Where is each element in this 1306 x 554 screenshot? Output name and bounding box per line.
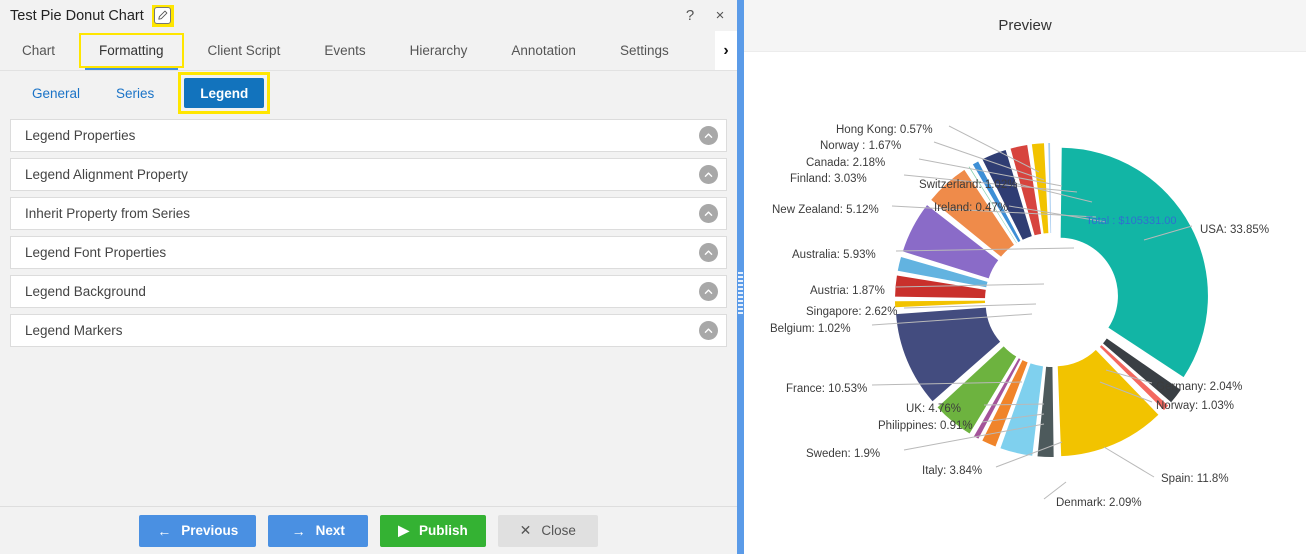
pane-splitter[interactable] bbox=[737, 0, 744, 554]
tab-label: Formatting bbox=[99, 43, 164, 58]
slice-label: Switzerland: 1.02% bbox=[919, 179, 1018, 191]
slice-label: Ireland: 0.47% bbox=[934, 202, 1009, 214]
tab-label: Hierarchy bbox=[409, 43, 468, 58]
tab-client-script[interactable]: Client Script bbox=[186, 31, 303, 70]
slice-label: Austria: 1.87% bbox=[810, 285, 885, 297]
accordion-row[interactable]: Legend Markers bbox=[10, 314, 727, 347]
slice-label: Germany: 2.04% bbox=[1156, 381, 1243, 393]
chart-designer-window: Test Pie Donut Chart ? × Chart Formatting… bbox=[0, 0, 1306, 554]
slice-label: Sweden: 1.9% bbox=[806, 448, 881, 460]
tab-events[interactable]: Events bbox=[302, 31, 387, 70]
tab-settings[interactable]: Settings bbox=[598, 31, 691, 70]
slice-label: Singapore: 2.62% bbox=[806, 306, 898, 318]
chevron-up-icon[interactable] bbox=[699, 165, 718, 184]
chevron-up-icon[interactable] bbox=[699, 282, 718, 301]
slice-label: Italy: 3.84% bbox=[922, 465, 983, 477]
edit-title-button-highlight bbox=[151, 4, 174, 27]
title-bar: Test Pie Donut Chart ? × bbox=[0, 0, 737, 31]
legend-settings-list: Legend Properties Legend Alignment Proper… bbox=[0, 115, 737, 506]
arrow-left-icon: ← bbox=[157, 522, 172, 539]
chevron-up-icon[interactable] bbox=[699, 321, 718, 340]
slice-label: Philippines: 0.91% bbox=[878, 420, 973, 432]
tab-label: Events bbox=[324, 43, 366, 58]
accordion-row[interactable]: Legend Font Properties bbox=[10, 236, 727, 269]
slice-label: USA: 33.85% bbox=[1200, 224, 1270, 236]
slice-label: Spain: 11.8% bbox=[1161, 473, 1229, 485]
accordion-label: Legend Background bbox=[25, 284, 146, 299]
slice-label: Australia: 5.93% bbox=[792, 249, 876, 261]
preview-pane: Preview Hong Kong: 0.57% Norway : 1.67% Ca… bbox=[744, 0, 1306, 554]
slice-label: Norway : 1.67% bbox=[820, 140, 902, 152]
accordion-row[interactable]: Legend Alignment Property bbox=[10, 158, 727, 191]
main-tab-bar: Chart Formatting Client Script Events Hierar… bbox=[0, 31, 737, 71]
tabs-next-arrow[interactable]: › bbox=[715, 31, 737, 70]
leader-line bbox=[1103, 446, 1155, 478]
tab-formatting[interactable]: Formatting bbox=[77, 31, 186, 70]
subtab-series[interactable]: Series bbox=[98, 80, 172, 107]
page-title: Test Pie Donut Chart bbox=[10, 7, 144, 24]
help-icon[interactable]: ? bbox=[681, 6, 699, 24]
tab-chart[interactable]: Chart bbox=[0, 31, 77, 70]
chevron-up-icon[interactable] bbox=[699, 243, 718, 262]
splitter-grip-icon[interactable] bbox=[738, 272, 743, 314]
slice-label: Norway: 1.03% bbox=[1156, 400, 1234, 412]
subtab-label: Legend bbox=[200, 85, 249, 101]
publish-button[interactable]: ▶ Publish bbox=[380, 514, 486, 547]
tab-annotation[interactable]: Annotation bbox=[489, 31, 598, 70]
close-button-label: Close bbox=[541, 523, 576, 538]
slice-label: Canada: 2.18% bbox=[806, 157, 886, 169]
settings-pane: Test Pie Donut Chart ? × Chart Formatting… bbox=[0, 0, 737, 554]
subtab-label: General bbox=[32, 85, 81, 101]
slice-label: Hong Kong: 0.57% bbox=[836, 124, 933, 136]
close-button[interactable]: ✕ Close bbox=[497, 514, 598, 547]
accordion-row[interactable]: Legend Properties bbox=[10, 119, 727, 152]
previous-button-label: Previous bbox=[181, 523, 239, 538]
accordion-label: Legend Properties bbox=[25, 128, 136, 143]
chart-total-label: Total : $105331.00 bbox=[1086, 215, 1177, 227]
accordion-row[interactable]: Inherit Property from Series bbox=[10, 197, 727, 230]
tab-hierarchy[interactable]: Hierarchy bbox=[388, 31, 490, 70]
next-button-label: Next bbox=[315, 523, 345, 538]
accordion-row[interactable]: Legend Background bbox=[10, 275, 727, 308]
tab-label: Settings bbox=[619, 43, 669, 58]
slice-label: New Zealand: 5.12% bbox=[772, 204, 879, 216]
donut-chart: Hong Kong: 0.57% Norway : 1.67% Canada: 2.… bbox=[744, 52, 1306, 554]
previous-button[interactable]: ← Previous bbox=[139, 514, 257, 547]
tab-label: Chart bbox=[22, 43, 56, 58]
pencil-edit-icon[interactable] bbox=[154, 7, 172, 24]
subtab-highlight: Legend bbox=[178, 72, 271, 114]
preview-title: Preview bbox=[998, 17, 1052, 34]
action-bar: ← Previous → Next ▶ Publish ✕ Close bbox=[0, 506, 737, 554]
play-icon: ▶ bbox=[398, 522, 410, 538]
formatting-subtab-bar: General Series Legend bbox=[0, 71, 737, 115]
slice-label: France: 10.53% bbox=[786, 383, 868, 395]
subtab-legend[interactable]: Legend bbox=[184, 78, 265, 108]
pie-slice[interactable] bbox=[1048, 143, 1052, 234]
chevron-up-icon[interactable] bbox=[699, 204, 718, 223]
subtab-label: Series bbox=[116, 85, 155, 101]
accordion-label: Legend Alignment Property bbox=[25, 167, 188, 182]
tab-label: Annotation bbox=[511, 43, 576, 58]
window-controls: ? × bbox=[681, 2, 729, 28]
accordion-label: Inherit Property from Series bbox=[25, 206, 191, 221]
accordion-label: Legend Font Properties bbox=[25, 245, 167, 260]
next-button[interactable]: → Next bbox=[268, 514, 369, 547]
slice-label: Finland: 3.03% bbox=[790, 173, 867, 185]
preview-header: Preview bbox=[744, 0, 1306, 52]
publish-button-label: Publish bbox=[419, 523, 468, 538]
tab-label: Client Script bbox=[207, 43, 281, 58]
slice-label: UK: 4.76% bbox=[906, 403, 961, 415]
arrow-right-icon: → bbox=[291, 522, 306, 539]
close-x-icon: ✕ bbox=[519, 522, 532, 538]
accordion-label: Legend Markers bbox=[25, 323, 123, 338]
chevron-up-icon[interactable] bbox=[699, 126, 718, 145]
pie-slice[interactable] bbox=[1060, 147, 1208, 378]
close-icon[interactable]: × bbox=[711, 6, 729, 24]
slice-label: Belgium: 1.02% bbox=[770, 323, 851, 335]
subtab-general[interactable]: General bbox=[14, 80, 98, 107]
slice-label: Denmark: 2.09% bbox=[1056, 497, 1142, 509]
